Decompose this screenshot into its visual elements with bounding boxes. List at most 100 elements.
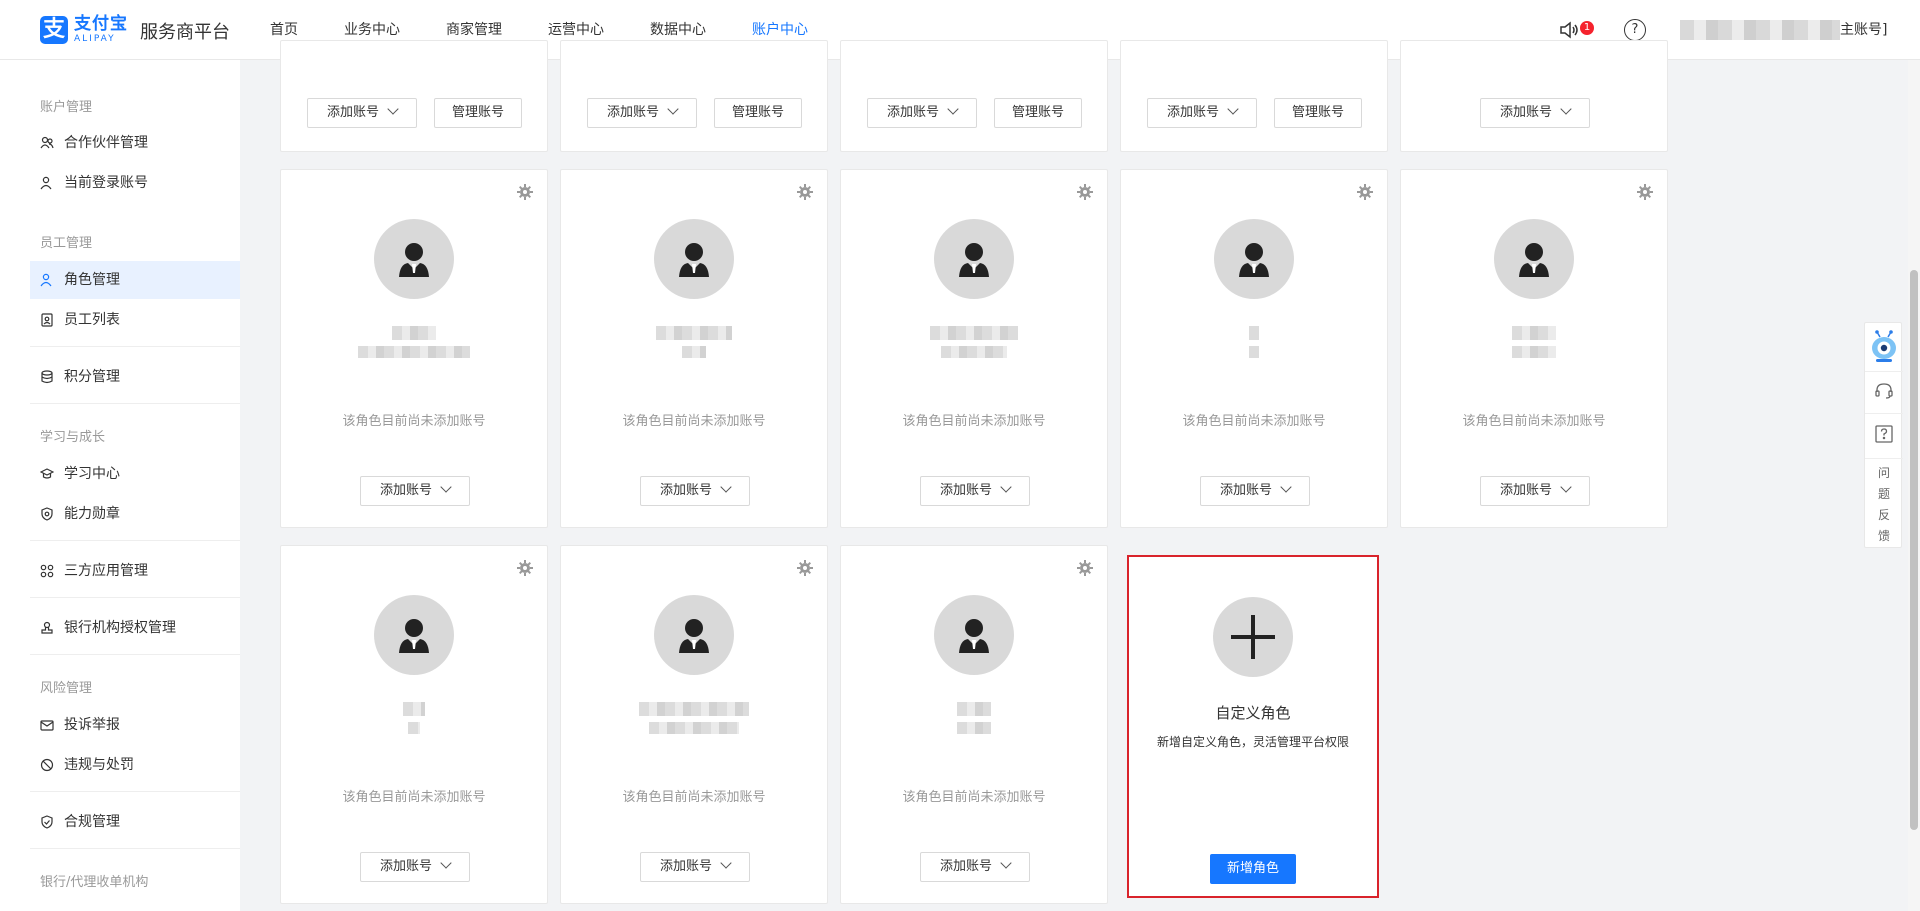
sidebar-item-current-login-account[interactable]: 当前登录账号 <box>30 164 240 202</box>
staff-list-icon <box>41 313 53 327</box>
gear-icon[interactable] <box>1637 184 1653 200</box>
gear-icon[interactable] <box>517 184 533 200</box>
feedback-button[interactable]: 问 题 反 馈 <box>1865 458 1903 547</box>
person-icon <box>399 243 429 277</box>
sidebar-divider <box>30 540 240 541</box>
account-name-masked[interactable] <box>1680 20 1840 40</box>
graduation-cap-icon <box>40 468 54 479</box>
sidebar-divider <box>30 346 240 347</box>
role-name-masked <box>930 326 1018 340</box>
add-account-button[interactable]: 添加账号 <box>1147 98 1257 128</box>
sidebar-item-label: 当前登录账号 <box>64 175 148 191</box>
gear-icon[interactable] <box>1077 184 1093 200</box>
sidebar-item-compliance[interactable]: 合规管理 <box>30 803 240 841</box>
sidebar-section-bank-agents: 银行/代理收单机构 <box>40 875 149 890</box>
add-account-button[interactable]: 添加账号 <box>360 476 470 506</box>
add-account-button[interactable]: 添加账号 <box>640 852 750 882</box>
person-icon <box>1239 243 1269 277</box>
new-role-title: 自定义角色 <box>1215 704 1291 722</box>
sidebar-item-role-management[interactable]: 角色管理 <box>30 261 240 299</box>
role-avatar <box>1214 219 1294 299</box>
mail-icon <box>40 720 54 731</box>
role-card: 该角色目前尚未添加账号 添加账号 <box>1400 169 1668 528</box>
add-account-button[interactable]: 添加账号 <box>360 852 470 882</box>
notification-badge: 1 <box>1580 21 1594 35</box>
add-account-button[interactable]: 添加账号 <box>867 98 977 128</box>
assistant-robot-icon[interactable] <box>1865 326 1903 366</box>
sidebar-item-ability-medal[interactable]: 能力勋章 <box>30 495 240 533</box>
gear-icon[interactable] <box>797 184 813 200</box>
add-account-button[interactable]: 添加账号 <box>587 98 697 128</box>
empty-accounts-text: 该角色目前尚未添加账号 <box>902 414 1046 429</box>
manage-account-button[interactable]: 管理账号 <box>434 98 522 128</box>
sidebar-item-partner-management[interactable]: 合作伙伴管理 <box>30 124 240 162</box>
sidebar-item-label: 角色管理 <box>64 272 120 288</box>
sidebar-item-bank-authorization[interactable]: 银行机构授权管理 <box>30 609 240 647</box>
chevron-down-icon <box>1560 103 1572 115</box>
gear-icon[interactable] <box>1077 560 1093 576</box>
sidebar-section-staff: 员工管理 <box>40 236 93 251</box>
role-avatar <box>654 595 734 675</box>
sidebar: 账户管理 合作伙伴管理 当前登录账号 员工管理 角色管理 员工列表 积分管理 学… <box>0 60 240 911</box>
speaker-icon[interactable] <box>1558 19 1580 41</box>
new-role-button[interactable]: 新增角色 <box>1210 854 1296 884</box>
sidebar-item-label: 合作伙伴管理 <box>64 135 148 151</box>
role-name-masked <box>656 326 732 340</box>
empty-accounts-text: 该角色目前尚未添加账号 <box>622 790 766 805</box>
person-icon <box>399 619 429 653</box>
role-card: 添加账号 管理账号 <box>840 40 1108 152</box>
manage-account-button[interactable]: 管理账号 <box>714 98 802 128</box>
role-name-masked <box>1512 326 1556 340</box>
role-avatar <box>654 219 734 299</box>
empty-accounts-text: 该角色目前尚未添加账号 <box>1462 414 1606 429</box>
manage-account-button[interactable]: 管理账号 <box>994 98 1082 128</box>
page-scrollbar-thumb[interactable] <box>1910 270 1918 830</box>
sidebar-item-violations[interactable]: 违规与处罚 <box>30 746 240 784</box>
role-card: 该角色目前尚未添加账号 添加账号 <box>560 545 828 904</box>
add-role-icon[interactable] <box>1213 597 1293 677</box>
help-icon[interactable]: ? <box>1624 19 1646 41</box>
help-question-icon[interactable] <box>1865 413 1903 453</box>
sidebar-item-staff-list[interactable]: 员工列表 <box>30 301 240 339</box>
add-account-button[interactable]: 添加账号 <box>920 476 1030 506</box>
sidebar-item-complaints[interactable]: 投诉举报 <box>30 706 240 744</box>
user-icon <box>40 176 52 190</box>
sidebar-item-learning-center[interactable]: 学习中心 <box>30 455 240 493</box>
role-avatar <box>374 219 454 299</box>
alipay-logo-icon: 支 <box>40 16 68 44</box>
role-desc-masked <box>649 722 739 734</box>
sidebar-divider <box>30 597 240 598</box>
role-card: 该角色目前尚未添加账号 添加账号 <box>1120 169 1388 528</box>
sidebar-item-label: 积分管理 <box>64 369 120 385</box>
add-account-button[interactable]: 添加账号 <box>1200 476 1310 506</box>
chevron-down-icon <box>387 103 399 115</box>
gear-icon[interactable] <box>1357 184 1373 200</box>
platform-title: 服务商平台 <box>140 22 230 43</box>
bank-stamp-icon <box>41 621 53 634</box>
gear-icon[interactable] <box>517 560 533 576</box>
empty-accounts-text: 该角色目前尚未添加账号 <box>902 790 1046 805</box>
sidebar-item-points-management[interactable]: 积分管理 <box>30 358 240 396</box>
add-account-button[interactable]: 添加账号 <box>640 476 750 506</box>
feedback-char: 题 <box>1877 487 1890 501</box>
sidebar-item-third-party-apps[interactable]: 三方应用管理 <box>30 552 240 590</box>
add-account-button[interactable]: 添加账号 <box>1480 476 1590 506</box>
role-avatar <box>1494 219 1574 299</box>
alipay-logo[interactable]: 支 支付宝 ALIPAY <box>40 16 128 44</box>
chevron-down-icon <box>947 103 959 115</box>
chevron-down-icon <box>1000 481 1012 493</box>
apps-icon <box>40 564 54 578</box>
gear-icon[interactable] <box>797 560 813 576</box>
manage-account-button[interactable]: 管理账号 <box>1274 98 1362 128</box>
sidebar-item-label: 投诉举报 <box>64 717 120 733</box>
role-avatar <box>374 595 454 675</box>
add-account-button[interactable]: 添加账号 <box>920 852 1030 882</box>
add-account-button[interactable]: 添加账号 <box>1480 98 1590 128</box>
sidebar-section-risk: 风险管理 <box>40 681 93 696</box>
add-account-button[interactable]: 添加账号 <box>307 98 417 128</box>
customer-service-icon[interactable] <box>1865 371 1903 409</box>
role-card: 添加账号 管理账号 <box>280 40 548 152</box>
sidebar-item-label: 能力勋章 <box>64 506 120 522</box>
new-role-card[interactable]: 自定义角色 新增自定义角色，灵活管理平台权限 新增角色 <box>1127 555 1379 898</box>
sidebar-item-label: 三方应用管理 <box>64 563 148 579</box>
